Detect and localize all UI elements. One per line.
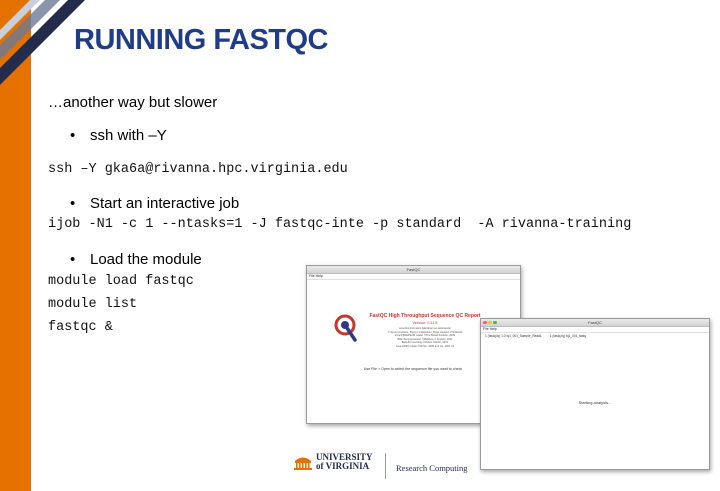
minimize-icon[interactable] [488,320,492,324]
command-fastqc: fastqc & [48,320,113,335]
analysis-status: Starting analysis... [578,400,612,405]
window-menubar[interactable]: File Help [481,327,709,333]
file-tabs: 1 (fastq.fq) 1.0 fq1_001_Sample_Read1 1 … [485,334,586,338]
window-menubar[interactable]: File Help [307,274,520,280]
intro-text: …another way but slower [48,94,218,111]
bullet-dot: • [70,251,76,268]
fastqc-logo-icon [334,314,357,342]
command-module-load: module load fastqc [48,274,194,289]
fastqc-open-hint: Use File > Open to select the sequence f… [363,367,463,371]
bullet-interactive-job: Start an interactive job [90,195,240,212]
fastqc-credits: www.bioinformatics.babraham.ac.uk/projec… [365,327,485,349]
command-ssh: ssh –Y gka6a@rivanna.hpc.virginia.edu [48,162,348,177]
close-icon[interactable] [483,320,487,324]
bullet-dot: • [70,195,76,212]
fastqc-window-analysis[interactable]: FastQC File Help 1 (fastq.fq) 1.0 fq1_00… [480,318,710,470]
uva-wordmark: UNIVERSITY of VIRGINIA [316,453,373,471]
tab-file-2[interactable]: 1 (fastq.fq) fq1_001_fastq [550,334,586,338]
tab-file-1[interactable]: 1 (fastq.fq) 1.0 fq1_001_Sample_Read1 [485,334,542,338]
credit-line: Java HDF5 reader ©NCSA, 2006 and HL, 200… [395,344,455,348]
uva-logo: UNIVERSITY of VIRGINIA [294,453,373,471]
command-ijob: ijob -N1 -c 1 --ntasks=1 -J fastqc-inte … [48,217,632,232]
maximize-icon[interactable] [493,320,497,324]
footer-divider [385,453,386,479]
fastqc-version: Version: 0.11.5 [412,321,438,325]
bullet-load-module: Load the module [90,251,202,268]
window-titlebar[interactable]: FastQC [307,266,520,274]
bullet-dot: • [70,127,76,144]
bullet-ssh: ssh with –Y [90,127,167,144]
uva-line2: of VIRGINIA [316,461,370,471]
window-title: FastQC [588,320,602,325]
window-titlebar[interactable]: FastQC [481,319,709,327]
fastqc-heading: FastQC High Throughput Sequence QC Repor… [369,313,481,319]
research-computing-label: Research Computing [396,463,468,473]
slide-title: RUNNING FASTQC [74,24,329,56]
rotunda-icon [294,457,312,470]
command-module-list: module list [48,297,138,312]
window-title: FastQC [406,267,421,272]
window-controls[interactable] [483,320,497,324]
